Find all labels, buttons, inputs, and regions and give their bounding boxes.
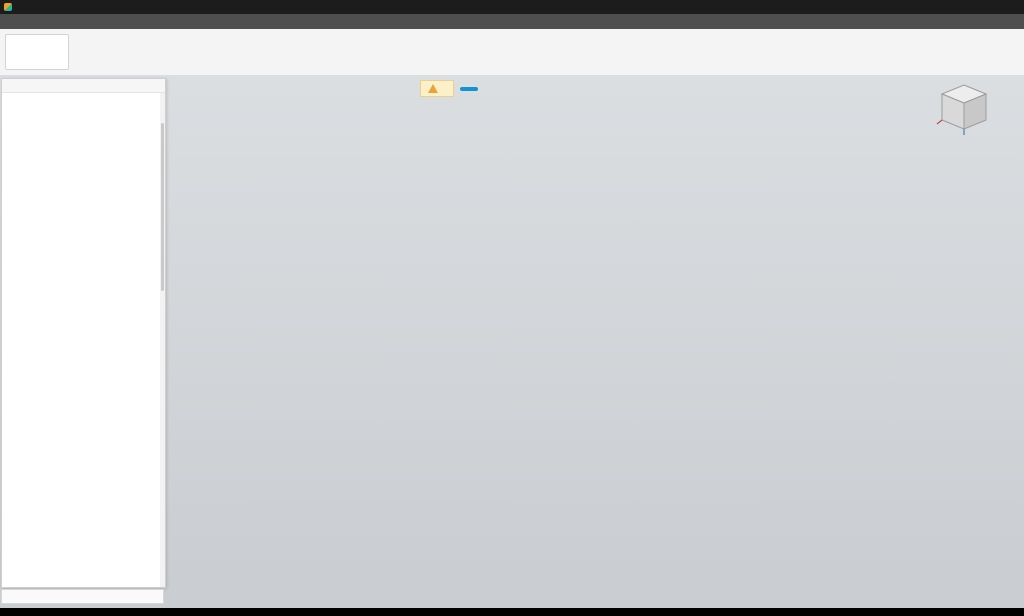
browser-panel bbox=[1, 78, 166, 588]
ribbon-groups bbox=[76, 44, 1024, 75]
taskbar-strip bbox=[0, 608, 1024, 616]
close-button[interactable] bbox=[1005, 0, 1024, 14]
fusion-app-icon bbox=[4, 3, 12, 11]
data-panel-icon[interactable] bbox=[68, 14, 86, 29]
axis-x-line bbox=[937, 120, 942, 124]
view-cube-figure[interactable] bbox=[936, 79, 992, 137]
workspace-selector[interactable] bbox=[5, 34, 69, 70]
minimize-button[interactable] bbox=[967, 0, 986, 14]
comments-bar[interactable] bbox=[1, 589, 164, 604]
window-controls bbox=[967, 0, 1024, 14]
readonly-message bbox=[420, 80, 454, 97]
make-editable-button[interactable] bbox=[460, 87, 478, 91]
ribbon-tabs bbox=[76, 29, 1024, 44]
readonly-banner bbox=[420, 80, 478, 97]
maximize-button[interactable] bbox=[986, 0, 1005, 14]
view-cube[interactable] bbox=[932, 79, 1018, 141]
ribbon-main bbox=[76, 29, 1024, 75]
scrollbar-thumb[interactable] bbox=[161, 123, 164, 291]
warning-icon bbox=[428, 84, 438, 93]
browser-scrollbar[interactable] bbox=[160, 93, 165, 587]
ribbon-toolbar bbox=[0, 29, 1024, 76]
title-bar bbox=[0, 0, 1024, 14]
document-tab-bar bbox=[0, 14, 1024, 29]
browser-header[interactable] bbox=[2, 79, 165, 93]
app-grid-icon[interactable] bbox=[0, 14, 20, 29]
